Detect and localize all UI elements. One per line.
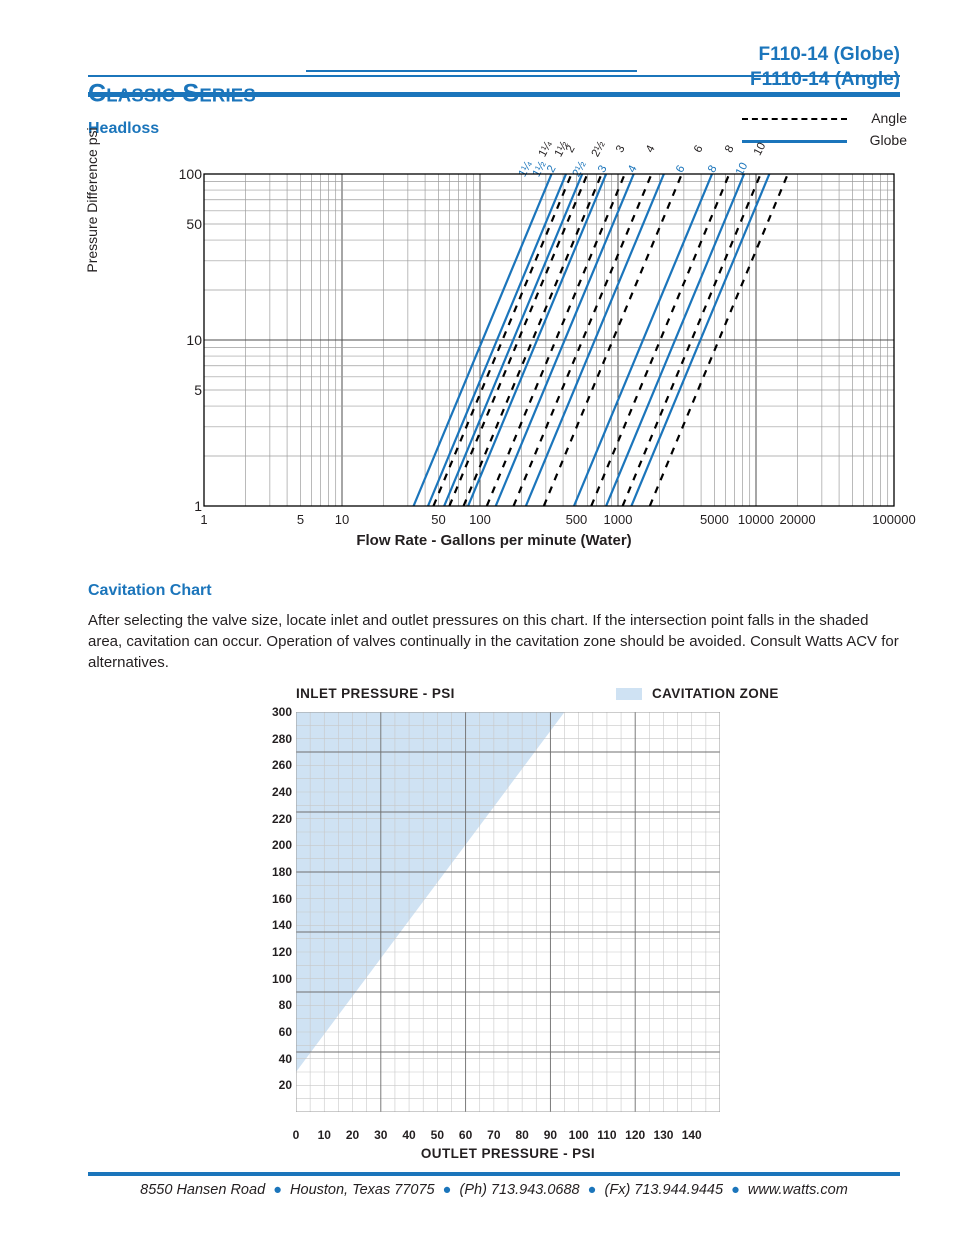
cavitation-y-tick: 300 xyxy=(271,705,292,719)
header-thick-rule xyxy=(88,92,900,97)
cavitation-y-tick: 160 xyxy=(271,891,292,906)
model-globe: F110-14 (Globe) xyxy=(758,44,901,65)
cavitation-title: Cavitation Chart xyxy=(88,582,212,599)
cavitation-inlet-header: INLET PRESSURE - PSI xyxy=(296,686,455,701)
cavitation-x-ticks: 0 10 20 30 40 50 60 70 80 90 100 110 120 130 140 xyxy=(292,1128,720,1144)
cavitation-x-tick: 130 xyxy=(653,1128,674,1142)
cavitation-zone-label: CAVITATION ZONE xyxy=(652,686,779,701)
cavitation-x-tick: 110 xyxy=(597,1128,617,1142)
model-angle: F1110-14 (Angle) xyxy=(750,69,900,90)
footer-rule xyxy=(88,1172,900,1176)
footer-fax: (Fx) 713.944.9445 xyxy=(604,1182,724,1198)
bullet-icon: ● xyxy=(269,1182,286,1198)
cavitation-x-tick: 60 xyxy=(458,1128,473,1142)
cavitation-zone-swatch xyxy=(616,688,642,700)
footer-city: Houston, Texas 77075 xyxy=(290,1182,435,1198)
cavitation-chart xyxy=(296,712,720,1112)
cavitation-x-tick: 0 xyxy=(292,1128,300,1142)
footer-contact: 8550 Hansen Road ● Houston, Texas 77075 … xyxy=(88,1182,900,1198)
cavitation-y-tick: 80 xyxy=(278,998,292,1013)
cavitation-y-tick: 60 xyxy=(278,1025,292,1039)
cavitation-y-tick: 280 xyxy=(271,731,292,746)
cavitation-x-tick: 20 xyxy=(345,1128,360,1142)
cavitation-x-tick: 30 xyxy=(374,1128,388,1142)
bullet-icon: ● xyxy=(727,1182,744,1198)
headloss-x-axis-label: Flow Rate - Gallons per minute (Water) xyxy=(356,532,632,549)
cavitation-y-tick: 140 xyxy=(271,918,292,933)
model-numbers: F110-14 (Globe) F1110-14 (Angle) xyxy=(750,42,900,92)
cavitation-x-tick: 80 xyxy=(515,1128,529,1142)
cavitation-y-tick: 260 xyxy=(271,758,292,773)
cavitation-y-tick: 220 xyxy=(271,811,292,826)
cavitation-x-tick: 140 xyxy=(681,1128,702,1142)
cavitation-y-tick: 120 xyxy=(271,945,292,959)
cavitation-x-axis-label: OUTLET PRESSURE - PSI xyxy=(420,1146,596,1161)
cavitation-x-tick: 40 xyxy=(402,1128,416,1142)
header-thin-rule xyxy=(88,75,900,77)
cavitation-y-ticks: 20 40 60 80 100 120 140 160 180 200 220 240 260 280 30… xyxy=(258,705,292,1112)
cavitation-plot-svg xyxy=(296,712,720,1112)
page-header: CLASSIC SERIES F110-14 (Globe) F1110-14 … xyxy=(88,42,900,108)
cavitation-x-tick: 100 xyxy=(568,1128,589,1142)
cavitation-description: After selecting the valve size, locate i… xyxy=(88,612,899,671)
cavitation-x-tick: 120 xyxy=(625,1128,646,1142)
bullet-icon: ● xyxy=(583,1182,601,1198)
cavitation-y-tick: 240 xyxy=(271,785,292,799)
cavitation-x-tick: 50 xyxy=(430,1128,445,1142)
footer-phone: (Ph) 713.943.0688 xyxy=(459,1182,580,1198)
header-divider-rule xyxy=(306,70,637,72)
footer-address: 8550 Hansen Road xyxy=(140,1182,266,1198)
headloss-plot-svg xyxy=(203,173,895,507)
cavitation-y-tick: 20 xyxy=(278,1078,292,1093)
datasheet-page: CLASSIC SERIES F110-14 (Globe) F1110-14 … xyxy=(0,0,954,1235)
headloss-chart: Pressure Difference psi 1 5 10 50 100 1 5 10 50… xyxy=(84,120,916,560)
cavitation-y-tick: 180 xyxy=(271,865,292,879)
cavitation-x-tick: 70 xyxy=(487,1128,501,1142)
cavitation-y-tick: 100 xyxy=(271,971,292,986)
bullet-icon: ● xyxy=(438,1182,456,1198)
footer-website[interactable]: www.watts.com xyxy=(748,1182,848,1198)
cavitation-y-tick: 40 xyxy=(278,1051,292,1066)
cavitation-x-tick: 10 xyxy=(317,1128,331,1142)
cavitation-y-tick: 200 xyxy=(271,838,292,853)
cavitation-x-tick: 90 xyxy=(543,1128,558,1142)
